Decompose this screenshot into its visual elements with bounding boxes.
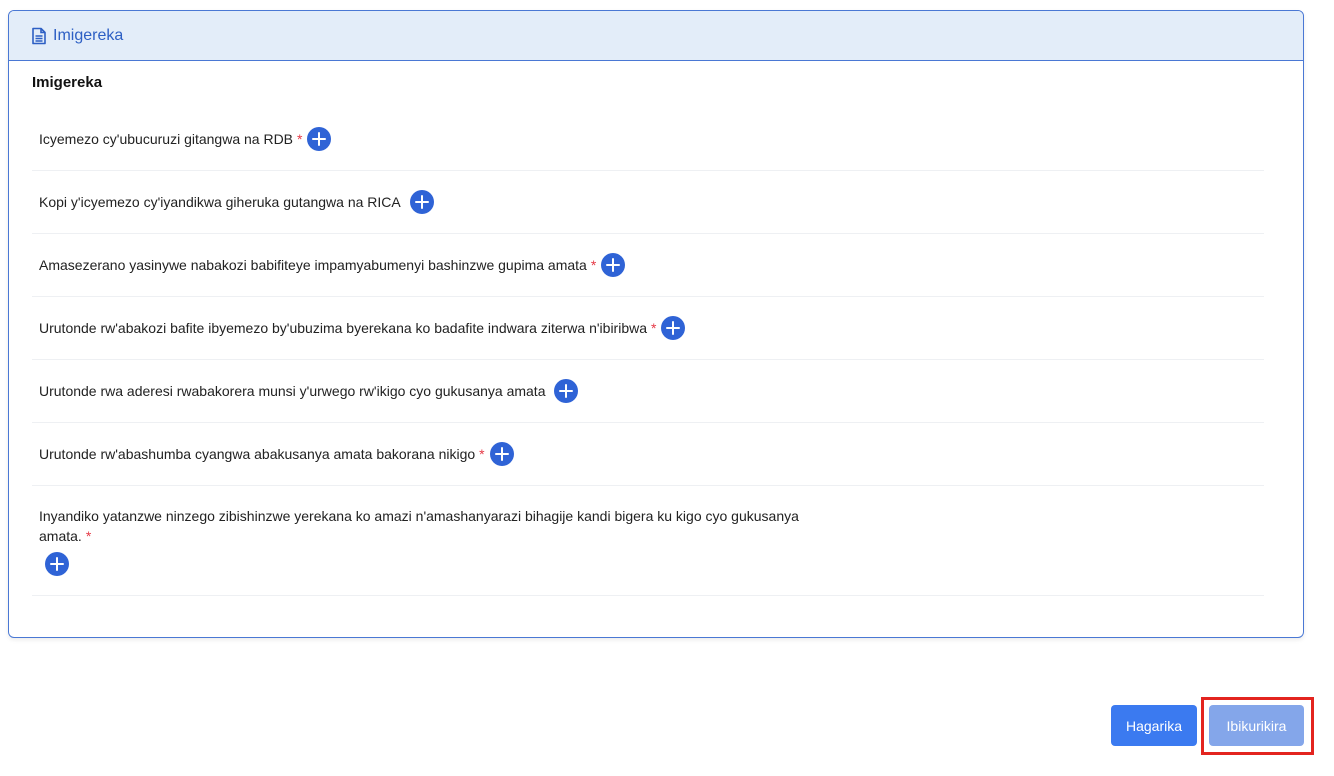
card-header-title: Imigereka [53,26,124,44]
next-button[interactable]: Ibikurikira [1209,705,1304,746]
list-item: Urutonde rw'abashumba cyangwa abakusanya… [32,423,1264,486]
document-label: Icyemezo cy'ubucuruzi gitangwa na RDB [39,131,294,147]
add-document-button[interactable] [601,253,626,277]
plus-icon [606,258,621,272]
list-item: Amasezerano yasinywe nabakozi babifiteye… [32,234,1264,297]
document-label: Kopi y'icyemezo cy'iyandikwa giheruka gu… [39,194,401,210]
required-mark: * [297,131,303,147]
section-title: Imigereka [32,74,103,91]
plus-icon [312,132,327,146]
add-document-button[interactable] [661,316,686,340]
required-mark: * [651,320,657,336]
plus-icon [50,557,64,571]
add-document-button[interactable] [489,442,514,466]
add-document-button[interactable] [554,379,579,403]
document-label-text: Inyandiko yatanzwe ninzego zibishinzwe y… [39,508,799,544]
list-item: Urutonde rw'abakozi bafite ibyemezo by'u… [32,297,1264,360]
document-label: Urutonde rwa aderesi rwabakorera munsi y… [39,383,546,399]
document-label: Urutonde rw'abashumba cyangwa abakusanya… [39,446,476,462]
list-item: Icyemezo cy'ubucuruzi gitangwa na RDB * [32,108,1264,171]
add-document-button[interactable] [45,552,69,576]
card-header: Imigereka [9,11,1303,61]
document-list: Icyemezo cy'ubucuruzi gitangwa na RDB * K… [32,108,1264,596]
list-item: Urutonde rwa aderesi rwabakorera munsi y… [32,360,1264,423]
required-mark: * [590,257,597,273]
cancel-button[interactable]: Hagarika [1111,705,1197,746]
plus-icon [494,447,509,461]
list-item: Inyandiko yatanzwe ninzego zibishinzwe y… [32,486,1264,596]
required-mark: * [85,528,92,544]
plus-icon [559,384,574,398]
add-document-button[interactable] [307,127,332,151]
document-label: Urutonde rw'abakozi bafite ibyemezo by'u… [39,320,648,336]
list-item: Kopi y'icyemezo cy'iyandikwa giheruka gu… [32,171,1264,234]
file-text-icon [31,27,47,45]
document-label: Amasezerano yasinywe nabakozi babifiteye… [39,257,587,273]
plus-icon [414,195,429,209]
document-label: Inyandiko yatanzwe ninzego zibishinzwe y… [39,506,829,546]
plus-icon [666,321,681,335]
add-document-button[interactable] [409,190,434,214]
required-mark: * [479,446,485,462]
